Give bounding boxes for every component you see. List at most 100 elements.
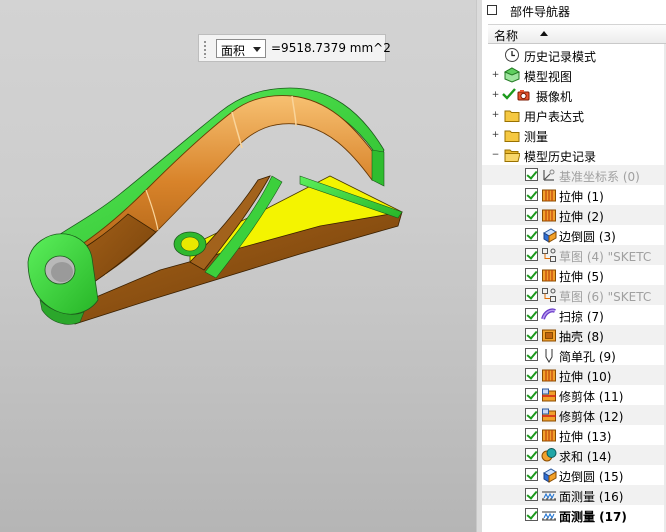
extrude-icon xyxy=(541,187,557,203)
nav-node[interactable]: + 模型视图 xyxy=(482,65,666,85)
feature-label: 修剪体 (12) xyxy=(559,410,624,424)
part-navigator-panel: 部件导航器 名称 历史记录模式 + 模型视图 + 摄像机 + 用户表达式 + 测量 − 模型历史记录… xyxy=(482,0,666,532)
expand-icon[interactable]: + xyxy=(491,131,500,140)
expand-icon[interactable]: + xyxy=(491,71,500,80)
column-header-name[interactable]: 名称 xyxy=(488,24,666,44)
nav-node[interactable]: 历史记录模式 xyxy=(482,45,666,65)
feature-visibility-checkbox[interactable] xyxy=(525,188,538,201)
feature-node[interactable]: 抽壳 (8) xyxy=(482,325,666,345)
sketch-icon xyxy=(541,287,557,303)
feature-label: 拉伸 (13) xyxy=(559,430,612,444)
feature-label: 扫掠 (7) xyxy=(559,310,604,324)
feature-label: 边倒圆 (3) xyxy=(559,230,616,244)
feature-node[interactable]: 修剪体 (11) xyxy=(482,385,666,405)
feature-label: 拉伸 (2) xyxy=(559,210,604,224)
feature-label: 面测量 (17) xyxy=(559,510,627,524)
nav-node-label: 用户表达式 xyxy=(524,110,585,124)
feature-visibility-checkbox[interactable] xyxy=(525,348,538,361)
feature-node[interactable]: 边倒圆 (3) xyxy=(482,225,666,245)
feature-label: 基准坐标系 (0) xyxy=(559,170,640,184)
feature-visibility-checkbox[interactable] xyxy=(525,168,538,181)
extrude-icon xyxy=(541,267,557,283)
feature-visibility-checkbox[interactable] xyxy=(525,368,538,381)
feature-node[interactable]: 修剪体 (12) xyxy=(482,405,666,425)
feature-label: 草图 (6) "SKETC xyxy=(559,290,652,304)
expand-icon[interactable]: + xyxy=(491,111,500,120)
feature-label: 拉伸 (5) xyxy=(559,270,604,284)
feature-visibility-checkbox[interactable] xyxy=(525,428,538,441)
feature-node[interactable]: 面测量 (16) xyxy=(482,485,666,505)
clock-icon xyxy=(504,47,520,63)
collapse-icon[interactable]: − xyxy=(491,151,500,160)
column-header-label: 名称 xyxy=(494,29,519,43)
feature-visibility-checkbox[interactable] xyxy=(525,288,538,301)
drag-grip-handle[interactable] xyxy=(203,40,207,58)
feature-visibility-checkbox[interactable] xyxy=(525,328,538,341)
nav-node[interactable]: + 摄像机 xyxy=(482,85,666,105)
feature-visibility-checkbox[interactable] xyxy=(525,268,538,281)
shell-icon xyxy=(541,327,557,343)
nav-node-label: 模型视图 xyxy=(524,70,573,84)
feature-node[interactable]: 基准坐标系 (0) xyxy=(482,165,666,185)
feature-label: 拉伸 (10) xyxy=(559,370,612,384)
model-views-icon xyxy=(503,67,521,83)
nav-node[interactable]: − 模型历史记录 xyxy=(482,145,666,165)
edge-blend-icon xyxy=(541,467,557,483)
feature-visibility-checkbox[interactable] xyxy=(525,448,538,461)
feature-node[interactable]: 面测量 (17) xyxy=(482,505,666,525)
measure-type-value: 面积 xyxy=(221,44,246,58)
face-measure-icon xyxy=(541,487,557,503)
trim-body-icon xyxy=(541,387,557,403)
feature-node[interactable]: 简单孔 (9) xyxy=(482,345,666,365)
feature-node[interactable]: 草图 (6) "SKETC xyxy=(482,285,666,305)
feature-visibility-checkbox[interactable] xyxy=(525,228,538,241)
folder-icon xyxy=(504,107,520,123)
sketch-icon xyxy=(541,247,557,263)
folder-icon xyxy=(504,127,520,143)
feature-node[interactable]: 拉伸 (1) xyxy=(482,185,666,205)
feature-visibility-checkbox[interactable] xyxy=(525,488,538,501)
feature-label: 拉伸 (1) xyxy=(559,190,604,204)
measure-result-box: 面积 =9518.7379 mm^2 xyxy=(198,34,391,62)
feature-node[interactable]: 边倒圆 (15) xyxy=(482,465,666,485)
open-folder-icon xyxy=(504,147,521,163)
extrude-icon xyxy=(541,427,557,443)
feature-visibility-checkbox[interactable] xyxy=(525,388,538,401)
graphics-window[interactable]: 面积 =9518.7379 mm^2 xyxy=(0,0,476,532)
feature-visibility-checkbox[interactable] xyxy=(525,248,538,261)
feature-visibility-checkbox[interactable] xyxy=(525,508,538,521)
nav-node-label: 摄像机 xyxy=(536,90,573,104)
feature-visibility-checkbox[interactable] xyxy=(525,408,538,421)
nav-node[interactable]: + 用户表达式 xyxy=(482,105,666,125)
feature-node[interactable]: 拉伸 (13) xyxy=(482,425,666,445)
dropdown-arrow-icon xyxy=(253,47,261,52)
nav-node-label: 测量 xyxy=(524,130,549,144)
feature-node[interactable]: 拉伸 (2) xyxy=(482,205,666,225)
extrude-icon xyxy=(541,207,557,223)
feature-node[interactable]: 求和 (14) xyxy=(482,445,666,465)
check-mark-icon xyxy=(502,87,516,101)
feature-node[interactable]: 草图 (4) "SKETC xyxy=(482,245,666,265)
sweep-icon xyxy=(541,307,557,323)
feature-node[interactable]: 扫掠 (7) xyxy=(482,305,666,325)
nav-node-label: 模型历史记录 xyxy=(524,150,597,164)
window-icon xyxy=(487,5,497,15)
feature-visibility-checkbox[interactable] xyxy=(525,208,538,221)
nav-node[interactable]: + 测量 xyxy=(482,125,666,145)
expand-icon[interactable]: + xyxy=(491,91,500,100)
feature-visibility-checkbox[interactable] xyxy=(525,308,538,321)
navigator-title-bar: 部件导航器 xyxy=(482,0,666,22)
navigator-title: 部件导航器 xyxy=(510,5,571,19)
extrude-icon xyxy=(541,367,557,383)
nav-node-label: 历史记录模式 xyxy=(524,50,597,64)
part-model-3d[interactable] xyxy=(0,0,476,532)
camera-icon xyxy=(516,87,532,103)
hole-icon xyxy=(541,347,557,363)
feature-label: 修剪体 (11) xyxy=(559,390,624,404)
feature-node[interactable]: 拉伸 (5) xyxy=(482,265,666,285)
feature-node[interactable]: 拉伸 (10) xyxy=(482,365,666,385)
feature-visibility-checkbox[interactable] xyxy=(525,468,538,481)
measure-type-dropdown[interactable]: 面积 xyxy=(216,39,266,58)
feature-label: 抽壳 (8) xyxy=(559,330,604,344)
trim-body-icon xyxy=(541,407,557,423)
